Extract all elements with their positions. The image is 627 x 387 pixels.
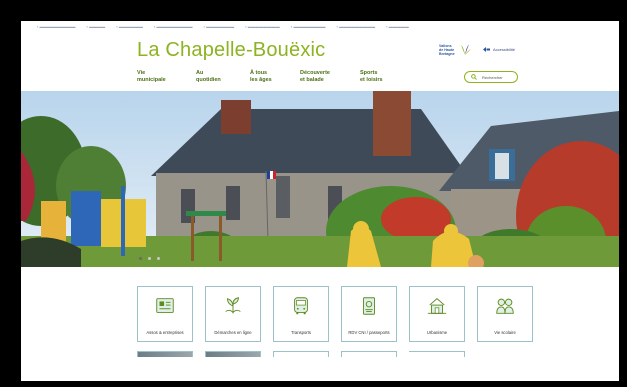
quick-link-label: Urbanisme: [426, 330, 448, 335]
nav-item-au-quotidien[interactable]: Au quotidien: [196, 70, 250, 83]
news-card[interactable]: [341, 351, 397, 357]
news-card[interactable]: [273, 351, 329, 357]
search-label: Rechercher: [482, 74, 503, 80]
accessibility-icon: [483, 47, 490, 52]
bus-icon: [294, 297, 308, 315]
hand-plant-icon: [225, 297, 241, 314]
nav-item-decouverte-et-balade[interactable]: Découverte et balade: [300, 70, 360, 83]
nav-item-a-tous-les-ages[interactable]: À tous les âges: [250, 70, 300, 83]
bookmarks-bar: ▪ ▬▬▬▬▬▬▬▬▬ ▪ ▬▬▬▬ ▪ ▬▬▬▬▬▬ ▪ ▬▬▬▬▬▬▬▬▬ …: [21, 21, 619, 33]
news-card[interactable]: [205, 351, 261, 357]
news-card[interactable]: [137, 351, 193, 357]
logo-text: Vallons de Haute Bretagne: [439, 44, 455, 56]
quick-link-demarches-en-ligne[interactable]: Démarches en ligne: [205, 286, 261, 342]
quick-link-rdv-cni-passeports[interactable]: RDV CNI / passeports: [341, 286, 397, 342]
carousel-dots: [139, 257, 160, 260]
students-icon: [496, 298, 514, 314]
quick-link-label: Démarches en ligne: [214, 330, 252, 335]
news-cards-row: [137, 351, 465, 357]
carousel-dot[interactable]: [148, 257, 151, 260]
bookmark-item[interactable]: ▪ ▬▬▬▬▬▬▬▬▬: [337, 24, 376, 29]
quick-link-urbanisme[interactable]: Urbanisme: [409, 286, 465, 342]
search-icon: [471, 74, 477, 80]
id-document-icon: [363, 297, 375, 315]
bookmark-item[interactable]: ▪ ▬▬▬▬▬▬▬▬▬: [37, 24, 76, 29]
nav-item-label: et loisirs: [360, 76, 383, 83]
logo-text-line: Bretagne: [439, 52, 455, 56]
bookmark-item[interactable]: ▪ ▬▬▬▬▬▬▬▬▬: [154, 24, 193, 29]
building-card-icon: [156, 298, 174, 313]
hero-photo: [21, 91, 619, 267]
carousel-dot[interactable]: [157, 257, 160, 260]
search-button[interactable]: Rechercher: [464, 71, 518, 83]
nav-item-label: quotidien: [196, 76, 221, 83]
accessibility-label: Accessibilité: [493, 47, 516, 52]
bookmark-item[interactable]: ▪ ▬▬▬▬▬▬▬: [204, 24, 235, 29]
nav-item-label: les âges: [250, 76, 272, 83]
quick-link-assos-entreprises[interactable]: Assos & entreprises: [137, 286, 193, 342]
hero-carousel[interactable]: [21, 91, 619, 267]
logo-leaves-icon: [461, 44, 471, 55]
nav-item-sports-et-loisirs[interactable]: Sports et loisirs: [360, 70, 415, 83]
quick-link-vie-scolaire[interactable]: Vie scolaire: [477, 286, 533, 342]
bookmark-item[interactable]: ▪ ▬▬▬▬: [87, 24, 106, 29]
site-title-link[interactable]: La Chapelle-Bouëxic: [137, 39, 325, 62]
nav-item-vie-municipale[interactable]: Vie municipale: [137, 70, 196, 83]
nav-item-label: et balade: [300, 76, 324, 83]
bookmark-item[interactable]: ▪ ▬▬▬▬▬▬: [116, 24, 143, 29]
bookmark-item[interactable]: ▪ ▬▬▬▬▬▬▬▬: [291, 24, 326, 29]
browser-viewport: ▪ ▬▬▬▬▬▬▬▬▬ ▪ ▬▬▬▬ ▪ ▬▬▬▬▬▬ ▪ ▬▬▬▬▬▬▬▬▬ …: [21, 21, 619, 381]
nav-item-label: municipale: [137, 76, 166, 83]
accessibility-button[interactable]: Accessibilité: [483, 47, 515, 52]
main-nav: Vie municipale Au quotidien À tous les â…: [137, 70, 415, 83]
quick-link-label: Assos & entreprises: [146, 330, 184, 335]
quick-link-transports[interactable]: Transports: [273, 286, 329, 342]
community-logo[interactable]: Vallons de Haute Bretagne: [439, 41, 473, 61]
news-card[interactable]: [409, 351, 465, 357]
carousel-dot[interactable]: [139, 257, 142, 260]
bookmark-item[interactable]: ▪ ▬▬▬▬▬: [386, 24, 409, 29]
bookmark-item[interactable]: ▪ ▬▬▬▬▬▬▬▬: [245, 24, 280, 29]
quick-links: Assos & entreprises Démarches en ligne T…: [137, 286, 533, 342]
house-plan-icon: [427, 298, 447, 314]
quick-link-label: RDV CNI / passeports: [348, 330, 390, 335]
quick-link-label: Vie scolaire: [494, 330, 516, 335]
quick-link-label: Transports: [291, 330, 311, 335]
